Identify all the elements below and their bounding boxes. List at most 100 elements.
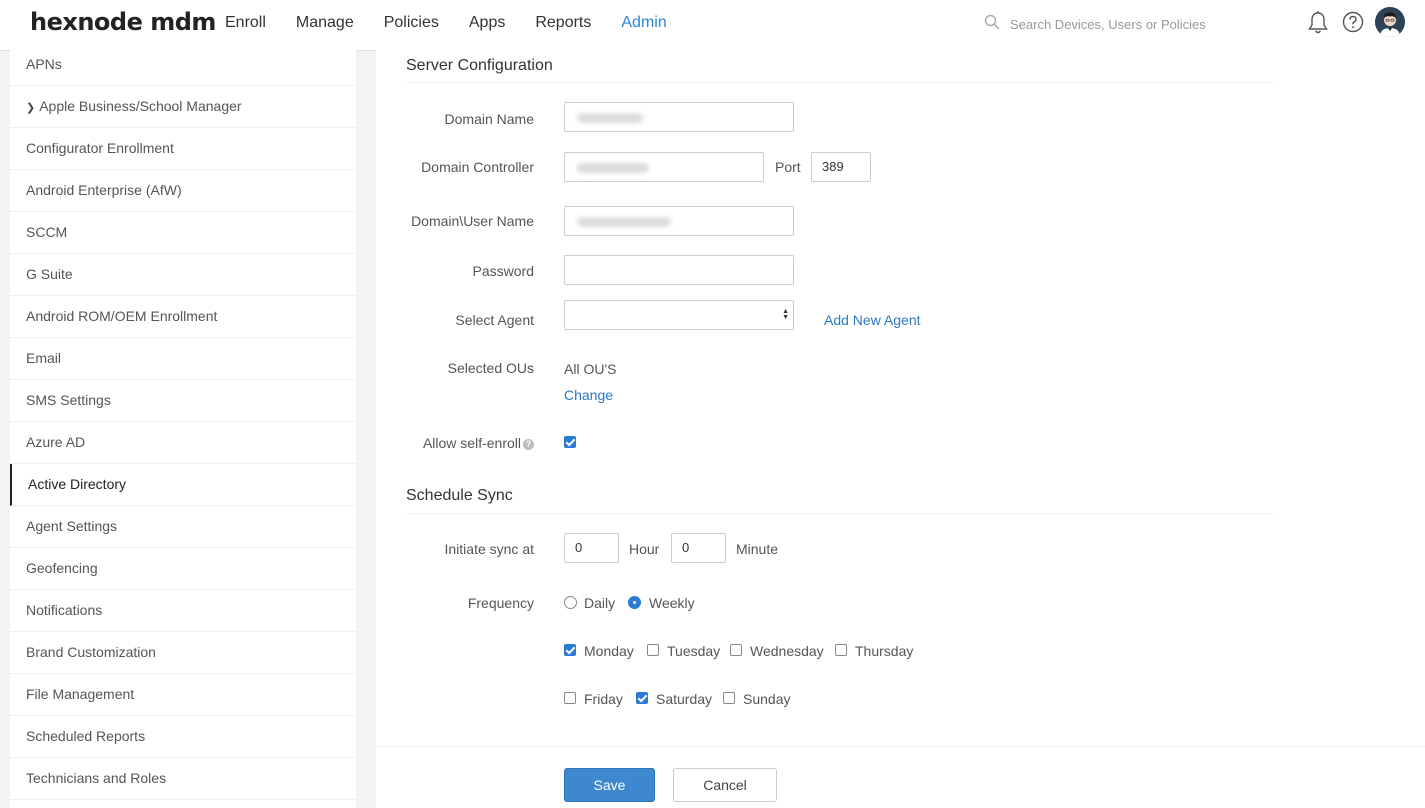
sidebar-item-sccm[interactable]: SCCM	[10, 212, 356, 254]
self-enroll-checkbox[interactable]	[564, 436, 576, 448]
select-arrows-icon: ▲ ▼	[782, 308, 789, 321]
section-divider	[406, 82, 1273, 83]
sidebar-item-android-rom-oem[interactable]: Android ROM/OEM Enrollment	[10, 296, 356, 338]
chevron-right-icon: ❯	[26, 102, 36, 114]
select-agent-dropdown[interactable]: ▲ ▼	[564, 300, 794, 330]
minute-label: Minute	[736, 541, 779, 557]
domain-name-label: Domain Name	[444, 111, 534, 127]
sync-hour-input[interactable]: 0	[564, 533, 619, 563]
sidebar-item-azure-ad[interactable]: Azure AD	[10, 422, 356, 464]
sidebar-item-g-suite[interactable]: G Suite	[10, 254, 356, 296]
sidebar-item-label: Agent Settings	[26, 518, 118, 534]
sidebar-item-label: G Suite	[26, 266, 73, 282]
sidebar-item-active-directory[interactable]: Active Directory	[10, 464, 356, 506]
sidebar-item-sms-settings[interactable]: SMS Settings	[10, 380, 356, 422]
help-icon[interactable]	[1341, 10, 1365, 36]
sidebar-item-label: Android ROM/OEM Enrollment	[26, 308, 218, 324]
redacted-value	[577, 217, 671, 227]
sidebar-item-file-management[interactable]: File Management	[10, 674, 356, 716]
frequency-daily-radio[interactable]	[564, 596, 577, 609]
sidebar-item-technicians-and-roles[interactable]: Technicians and Roles	[10, 758, 356, 800]
day-wednesday-checkbox[interactable]	[730, 644, 742, 656]
user-avatar-icon	[1375, 7, 1405, 37]
footer-divider	[376, 746, 1425, 747]
password-input[interactable]	[564, 255, 794, 285]
admin-sidebar: APNs ❯ Apple Business/School Manager Conf…	[10, 44, 356, 808]
sidebar-item-label: Configurator Enrollment	[26, 140, 174, 156]
day-monday-label: Monday	[584, 643, 634, 659]
sidebar-item-notifications[interactable]: Notifications	[10, 590, 356, 632]
avatar[interactable]	[1375, 7, 1405, 37]
frequency-label: Frequency	[467, 595, 534, 611]
sidebar-item-label: File Management	[26, 686, 135, 702]
sync-minute-input[interactable]: 0	[671, 533, 726, 563]
sidebar-item-label: SCCM	[26, 224, 68, 240]
username-label: Domain\User Name	[411, 213, 534, 229]
domain-controller-label: Domain Controller	[421, 159, 534, 175]
sidebar-item-label: SMS Settings	[26, 392, 111, 408]
sidebar-item-apns[interactable]: APNs	[10, 44, 356, 86]
username-input[interactable]	[564, 206, 794, 236]
password-label: Password	[472, 263, 534, 279]
search-input[interactable]	[1006, 12, 1284, 36]
sidebar-item-brand-customization[interactable]: Brand Customization	[10, 632, 356, 674]
port-label: Port	[775, 159, 801, 175]
day-friday-label: Friday	[584, 691, 623, 707]
day-friday-checkbox[interactable]	[564, 692, 576, 704]
sidebar-item-label: Apple Business/School Manager	[39, 98, 242, 114]
bell-icon[interactable]	[1306, 10, 1330, 36]
frequency-daily-label: Daily	[584, 595, 616, 611]
sidebar-item-configurator-enrollment[interactable]: Configurator Enrollment	[10, 128, 356, 170]
global-search	[984, 12, 1284, 36]
port-value: 389	[822, 159, 844, 174]
search-icon	[984, 14, 1000, 30]
initiate-sync-label: Initiate sync at	[444, 541, 535, 557]
sidebar-item-label: Active Directory	[28, 476, 127, 492]
sidebar-item-scheduled-reports[interactable]: Scheduled Reports	[10, 716, 356, 758]
sidebar-item-label: Scheduled Reports	[26, 728, 146, 744]
day-saturday-checkbox[interactable]	[636, 692, 648, 704]
sidebar-item-agent-settings[interactable]: Agent Settings	[10, 506, 356, 548]
sync-hour-value: 0	[575, 540, 583, 555]
server-configuration-title: Server Configuration	[406, 57, 553, 74]
day-wednesday-label: Wednesday	[750, 643, 824, 659]
frequency-weekly-label: Weekly	[649, 595, 695, 611]
port-input[interactable]: 389	[811, 152, 871, 182]
sidebar-item-label: Android Enterprise (AfW)	[26, 182, 182, 198]
day-saturday-label: Saturday	[656, 691, 713, 707]
sidebar-item-email[interactable]: Email	[10, 338, 356, 380]
sidebar-item-label: Notifications	[26, 602, 103, 618]
selected-ous-label: Selected OUs	[447, 360, 534, 376]
sidebar-item-apple-business-manager[interactable]: ❯ Apple Business/School Manager	[10, 86, 356, 128]
change-ous-link[interactable]: Change	[564, 387, 613, 403]
sidebar-item-label: Azure AD	[26, 434, 86, 450]
sidebar-item-label: Email	[26, 350, 62, 366]
hour-label: Hour	[629, 541, 660, 557]
save-button[interactable]: Save	[564, 768, 655, 802]
day-tuesday-checkbox[interactable]	[647, 644, 659, 656]
add-new-agent-link[interactable]: Add New Agent	[824, 312, 921, 328]
day-monday-checkbox[interactable]	[564, 644, 576, 656]
active-directory-settings-panel: Server Configuration Domain Name Domain …	[376, 44, 1425, 808]
redacted-value	[577, 163, 649, 173]
sidebar-item-label: Technicians and Roles	[26, 770, 167, 786]
domain-name-input[interactable]	[564, 102, 794, 132]
sidebar-item-geofencing[interactable]: Geofencing	[10, 548, 356, 590]
help-icon[interactable]: ?	[523, 438, 534, 450]
self-enroll-text: Allow self-enroll	[422, 435, 521, 451]
day-tuesday-label: Tuesday	[667, 643, 721, 659]
frequency-weekly-radio[interactable]	[628, 596, 641, 609]
day-sunday-label: Sunday	[743, 691, 791, 707]
day-thursday-label: Thursday	[855, 643, 914, 659]
domain-controller-input[interactable]	[564, 152, 764, 182]
day-sunday-checkbox[interactable]	[723, 692, 735, 704]
sidebar-item-label: Brand Customization	[26, 644, 156, 660]
day-thursday-checkbox[interactable]	[835, 644, 847, 656]
sidebar-item-android-enterprise[interactable]: Android Enterprise (AfW)	[10, 170, 356, 212]
hexnode-logo[interactable]: hexnode mdm	[30, 8, 216, 36]
selected-ous-value: All OU'S	[564, 361, 617, 377]
select-agent-label: Select Agent	[455, 312, 534, 328]
redacted-value	[577, 113, 643, 123]
schedule-sync-title: Schedule Sync	[406, 487, 513, 504]
cancel-button[interactable]: Cancel	[673, 768, 777, 802]
